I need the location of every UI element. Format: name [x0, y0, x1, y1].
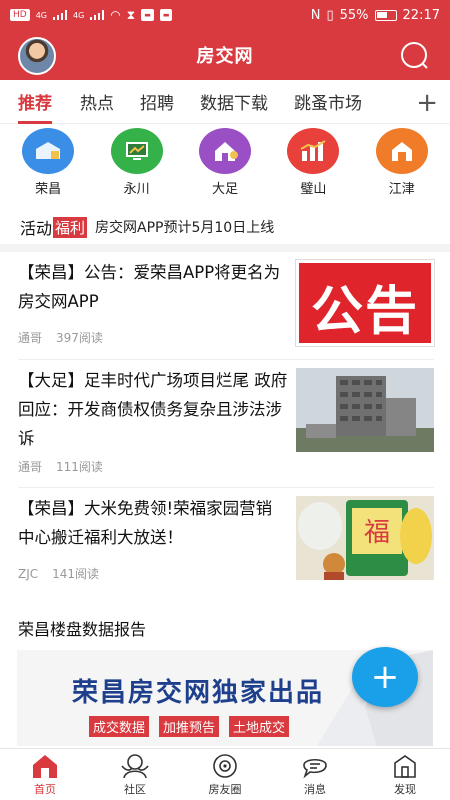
nfc-icon: N: [310, 7, 321, 23]
house-icon: [22, 128, 75, 174]
news-reads: 111阅读: [56, 460, 103, 474]
banner-headline: 荣昌房交网独家出品: [72, 678, 325, 708]
hd-indicator: HD: [10, 9, 30, 21]
news-title: 【荣昌】公告：爱荣昌APP将更名为房交网APP: [18, 263, 281, 311]
city-label: 江津: [388, 182, 415, 197]
banner-tag: 土地成交: [229, 716, 290, 737]
battery-percent: 55%: [339, 7, 369, 23]
signal-icon-1: [53, 10, 67, 20]
news-thumbnail: [296, 368, 434, 452]
city-label: 永川: [123, 182, 150, 197]
news-title: 【荣昌】大米免费领!荣福家园营销中心搬迁福利大放送！: [18, 499, 273, 547]
tab-flea-market[interactable]: 跳蚤市场: [294, 89, 362, 114]
nav-label: 首页: [34, 782, 56, 796]
hourglass-icon: ⧗: [126, 7, 136, 22]
section-divider: [0, 244, 450, 252]
news-meta: ZJC 141阅读: [18, 565, 99, 582]
monitor-icon: [110, 128, 163, 174]
news-title: 【大足】足丰时代广场项目烂尾 政府回应：开发商债权债务复杂且涉法涉诉: [18, 371, 288, 448]
notice-activity-label: 活动: [20, 219, 53, 238]
news-item[interactable]: 【荣昌】公告：爱荣昌APP将更名为房交网APP 通哥 397阅读 公告: [18, 256, 434, 360]
tab-jobs[interactable]: 招聘: [140, 89, 174, 114]
svg-text:福: 福: [364, 518, 390, 548]
app-header: 房交网: [0, 30, 450, 80]
moments-icon: [213, 753, 237, 778]
add-post-button[interactable]: +: [352, 647, 418, 707]
city-shortcuts: 荣昌 永川 大足 璧山 江津: [0, 128, 450, 204]
city-label: 璧山: [300, 182, 327, 197]
news-author: ZJC: [18, 567, 39, 581]
news-item[interactable]: 【荣昌】大米免费领!荣福家园营销中心搬迁福利大放送！ ZJC 141阅读 福: [18, 488, 434, 592]
building-icon: [375, 128, 428, 174]
app-notify-icon: ▬: [141, 9, 154, 21]
home-icon: [33, 754, 57, 778]
plus-icon[interactable]: +: [416, 88, 438, 118]
news-item[interactable]: 【大足】足丰时代广场项目烂尾 政府回应：开发商债权债务复杂且涉法涉诉 通哥 111…: [18, 360, 434, 488]
city-rongchang[interactable]: 荣昌: [8, 128, 88, 204]
nav-label: 房友圈: [208, 782, 242, 796]
city-bishan[interactable]: 璧山: [273, 128, 353, 204]
report-section-title: 荣昌楼盘数据报告: [18, 620, 147, 639]
search-icon[interactable]: [398, 40, 430, 72]
city-label: 荣昌: [35, 182, 62, 197]
nav-moments[interactable]: 房友圈: [190, 753, 260, 797]
news-author: 通哥: [18, 460, 43, 474]
status-right: N ▯ 55% 22:17: [311, 8, 440, 23]
network-4g-2: 4G: [73, 10, 85, 20]
status-bar: HD 4G 4G ◠ ⧗ ▬ ▬ N ▯ 55% 22:17: [0, 0, 450, 30]
clock: 22:17: [402, 7, 440, 23]
notice-text: 房交网APP预计5月10日上线: [95, 220, 275, 236]
news-meta: 通哥 111阅读: [18, 458, 103, 475]
bottom-nav: 首页 社区 房友圈 消息 发现: [0, 748, 450, 800]
nav-messages[interactable]: 消息: [280, 753, 350, 797]
chart-icon: [287, 128, 340, 174]
notice-thumb-text: 公告: [310, 282, 419, 342]
home-icon: [198, 128, 251, 174]
news-thumbnail: 福: [296, 496, 434, 580]
banner-tag: 加推预告: [159, 716, 220, 737]
news-reads: 141阅读: [52, 567, 100, 581]
city-yongchuan[interactable]: 永川: [97, 128, 177, 204]
city-label: 大足: [211, 182, 238, 197]
nav-label: 消息: [304, 782, 326, 796]
app-notify-icon-2: ▬: [159, 9, 173, 21]
tab-hot[interactable]: 热点: [80, 89, 114, 114]
page-title: 房交网: [196, 46, 254, 67]
battery-icon: [374, 9, 397, 21]
news-thumbnail: 公告: [296, 260, 434, 346]
news-meta: 通哥 397阅读: [18, 329, 103, 346]
network-4g-1: 4G: [35, 10, 47, 20]
category-tabs: 推荐 热点 招聘 数据下载 跳蚤市场 +: [0, 80, 450, 124]
banner-tag: 成交数据: [89, 716, 150, 737]
notice-welfare-badge: 福利: [53, 216, 88, 238]
city-jiangjin[interactable]: 江津: [362, 128, 442, 204]
status-left: HD 4G 4G ◠ ⧗ ▬ ▬: [10, 7, 173, 23]
nav-label: 社区: [124, 782, 146, 796]
signal-icon-2: [90, 10, 105, 20]
wifi-icon: ◠: [110, 8, 121, 22]
nav-community[interactable]: 社区: [100, 753, 170, 797]
banner-tags: 成交数据 加推预告 土地成交: [89, 716, 290, 737]
news-author: 通哥: [18, 331, 43, 345]
discover-icon: [394, 754, 416, 778]
vibrate-icon: ▯: [326, 7, 334, 23]
news-reads: 397阅读: [56, 331, 103, 345]
avatar[interactable]: [18, 37, 56, 75]
nav-label: 发现: [394, 782, 416, 796]
tab-data-download[interactable]: 数据下载: [200, 89, 268, 114]
nav-home[interactable]: 首页: [10, 753, 80, 797]
community-icon: [121, 753, 149, 778]
announcement-bar[interactable]: 活动 福利 房交网APP预计5月10日上线: [0, 212, 450, 242]
nav-discover[interactable]: 发现: [370, 753, 440, 797]
city-dazu[interactable]: 大足: [185, 128, 265, 204]
message-icon: [303, 758, 327, 778]
tab-recommend[interactable]: 推荐: [18, 89, 52, 124]
